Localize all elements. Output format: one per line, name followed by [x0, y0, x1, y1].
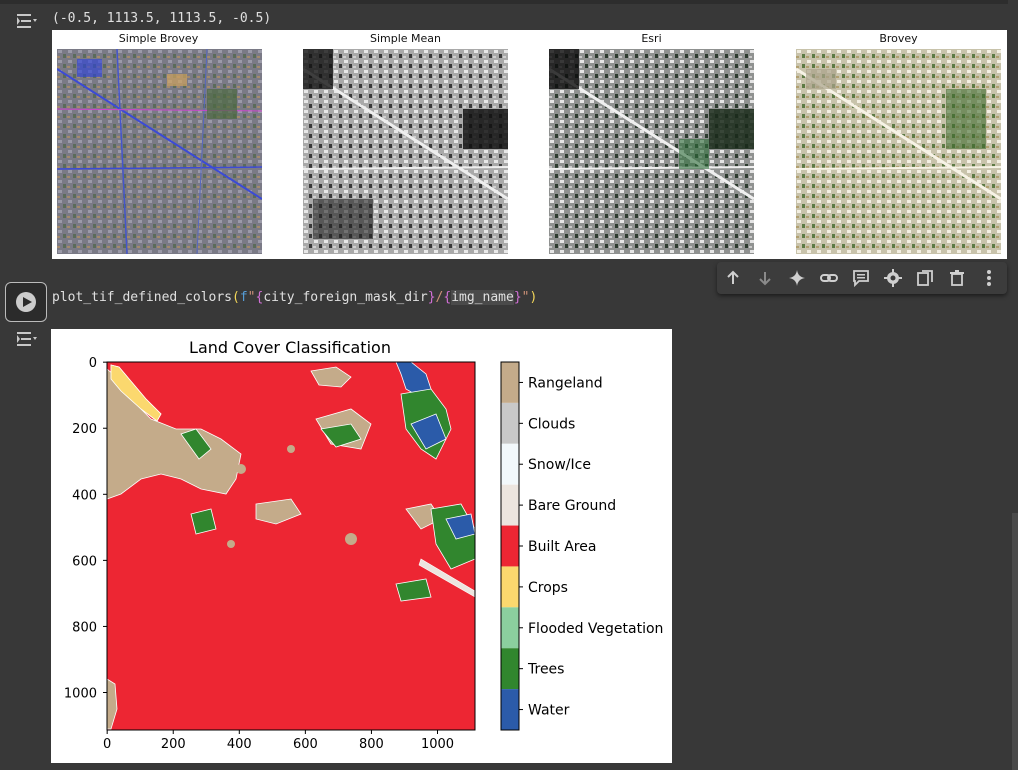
- x-tick-label: 0: [103, 737, 111, 752]
- colorbar-label: Water: [528, 703, 570, 719]
- axis-limits-output: (-0.5, 1113.5, 1113.5, -0.5): [52, 11, 272, 26]
- colorbar-swatch: [501, 362, 519, 403]
- rangeland-dot-2: [345, 533, 357, 545]
- x-tick-label: 800: [359, 737, 384, 752]
- y-tick-label: 800: [72, 620, 97, 635]
- y-tick-label: 400: [72, 488, 97, 503]
- subplot-title-brovey: Brovey: [879, 32, 918, 45]
- esri-image: [549, 49, 754, 254]
- code-paren-open: (: [232, 290, 240, 305]
- y-axis: 0 200 400 600 800 1000: [64, 356, 107, 702]
- output-options-icon-2[interactable]: [14, 329, 38, 349]
- land-cover-chart: Land Cover Classification 0 200 400 600 …: [64, 338, 664, 752]
- subplot-title-esri: Esri: [641, 32, 662, 45]
- x-axis: 0 200 400 600 800 1000: [103, 730, 454, 752]
- move-up-icon[interactable]: [723, 268, 743, 288]
- cell-toolbar: [717, 262, 1007, 294]
- rangeland-dot-3: [227, 540, 235, 548]
- subplot-title-simple-mean: Simple Mean: [369, 32, 442, 45]
- x-tick-label: 600: [293, 737, 318, 752]
- comment-icon[interactable]: [851, 268, 871, 288]
- colorbar-label: Crops: [528, 580, 568, 596]
- image-comparison-figure: Simple Brovey Simple Mean Esri Brovey: [52, 30, 1007, 259]
- code-function-name: plot_tif_defined_colors: [52, 290, 233, 305]
- x-tick-label: 1000: [421, 737, 454, 752]
- code-editor[interactable]: plot_tif_defined_colors(f" { city_foreign_…: [52, 290, 537, 305]
- simple-mean-image: [303, 49, 508, 254]
- run-cell-button[interactable]: [5, 282, 47, 322]
- link-icon[interactable]: [819, 268, 839, 288]
- y-tick-label: 600: [72, 554, 97, 569]
- classification-map: [106, 361, 476, 731]
- colorbar-swatch: [501, 607, 519, 649]
- colorbar-label: Bare Ground: [528, 498, 616, 514]
- colorbar: Rangeland Clouds Snow/Ice Bare Ground Built …: [500, 361, 663, 731]
- code-brace-open-2: {: [443, 290, 452, 305]
- code-brace-close-1: }: [427, 290, 436, 305]
- colorbar-label: Built Area: [528, 539, 596, 555]
- colorbar-swatch: [501, 525, 519, 567]
- colorbar-label: Snow/Ice: [528, 457, 591, 473]
- x-tick-label: 200: [161, 737, 186, 752]
- trash-icon[interactable]: [947, 268, 967, 288]
- x-tick-label: 400: [227, 737, 252, 752]
- rangeland-dot-1: [236, 464, 246, 474]
- rangeland-dot-4: [287, 445, 295, 453]
- colorbar-swatch: [501, 443, 519, 485]
- colorbar-swatch: [501, 402, 519, 444]
- code-brace-close-2: }: [513, 290, 522, 305]
- colorbar-swatch: [501, 484, 519, 526]
- colorbar-swatch: [501, 648, 519, 690]
- land-cover-figure: Land Cover Classification 0 200 400 600 …: [51, 329, 672, 763]
- code-var-mask-dir: city_foreign_mask_dir: [263, 290, 428, 305]
- more-vert-icon[interactable]: [979, 268, 999, 288]
- output-options-icon[interactable]: [14, 11, 38, 31]
- colorbar-label: Trees: [527, 662, 564, 678]
- y-tick-label: 1000: [64, 687, 97, 702]
- y-tick-label: 0: [89, 356, 97, 371]
- colorbar-label: Clouds: [528, 416, 575, 432]
- gear-icon[interactable]: [883, 268, 903, 288]
- y-tick-label: 200: [72, 422, 97, 437]
- code-var-img-name: img_name: [451, 290, 514, 305]
- subplot-title-simple-brovey: Simple Brovey: [118, 32, 199, 45]
- notebook-scrollbar[interactable]: [1012, 513, 1018, 770]
- colorbar-swatch: [501, 566, 519, 608]
- chart-title: Land Cover Classification: [189, 338, 391, 357]
- sparkle-icon[interactable]: [787, 268, 807, 288]
- previous-cell-edge: [0, 0, 1008, 4]
- move-down-icon[interactable]: [755, 268, 775, 288]
- play-triangle-icon: [23, 297, 32, 307]
- code-quote-open: ": [247, 290, 256, 305]
- colorbar-label: Rangeland: [528, 375, 603, 391]
- code-paren-close: ): [529, 290, 538, 305]
- brovey-image: [796, 49, 1001, 254]
- colorbar-label: Flooded Vegetation: [528, 621, 663, 637]
- code-fstring-prefix: f: [239, 290, 248, 305]
- trees-patch-sw: [190, 508, 217, 535]
- mirror-cell-icon[interactable]: [915, 268, 935, 288]
- simple-brovey-image: [57, 49, 262, 254]
- colorbar-swatch: [501, 689, 519, 730]
